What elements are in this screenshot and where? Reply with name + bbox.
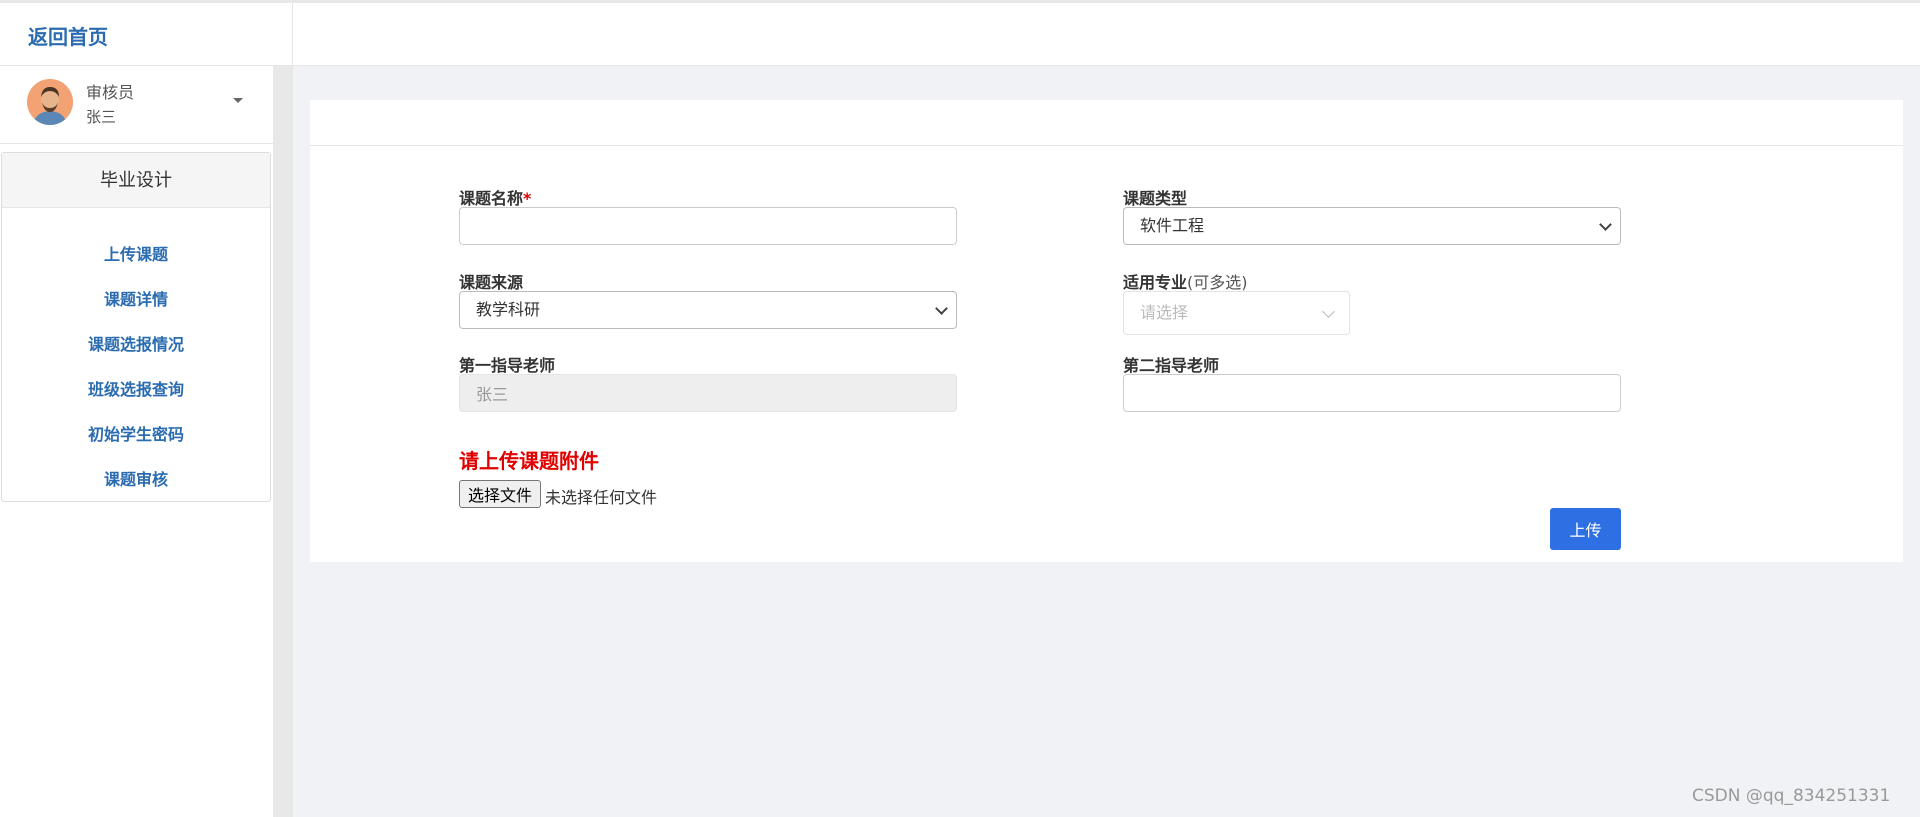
majors-multi-select[interactable]: 请选择 [1123, 291, 1350, 335]
menu-panel: 毕业设计 上传课题 课题详情 课题选报情况 班级选报查询 初始学生密码 课题审核 [1, 152, 271, 502]
sidebar-scrollbar[interactable] [273, 66, 293, 817]
sidebar-item-topic-details[interactable]: 课题详情 [2, 277, 270, 322]
file-status-text: 未选择任何文件 [545, 488, 658, 507]
caret-down-icon[interactable] [233, 98, 243, 103]
topic-type-label: 课题类型 [1123, 189, 1188, 208]
menu-list: 上传课题 课题详情 课题选报情况 班级选报查询 初始学生密码 课题审核 [2, 208, 270, 502]
chevron-down-icon [1322, 305, 1335, 318]
top-bar: 返回首页 [0, 0, 1920, 66]
user-role: 审核员 [86, 83, 135, 102]
sidebar-item-topic-review[interactable]: 课题审核 [2, 457, 270, 502]
user-name: 张三 [86, 108, 117, 126]
sidebar-item-class-selection-query[interactable]: 班级选报查询 [2, 367, 270, 412]
majors-placeholder: 请选择 [1140, 303, 1189, 322]
second-advisor-input[interactable] [1123, 374, 1621, 412]
upload-attachment-title: 请上传课题附件 [459, 449, 599, 473]
first-advisor-input [459, 374, 957, 412]
topic-source-select[interactable]: 教学科研 [459, 291, 957, 329]
sidebar: 审核员 张三 毕业设计 上传课题 课题详情 课题选报情况 班级选报查询 初始学生… [0, 66, 273, 817]
topic-name-label-text: 课题名称 [459, 189, 524, 208]
sidebar-item-initial-student-password[interactable]: 初始学生密码 [2, 412, 270, 457]
choose-file-button[interactable]: 选择文件 [459, 480, 542, 508]
majors-label: 适用专业(可多选) [1123, 269, 1248, 293]
topic-name-input[interactable] [459, 207, 957, 245]
sidebar-item-upload-topic[interactable]: 上传课题 [2, 232, 270, 277]
majors-hint: (可多选) [1187, 273, 1248, 292]
topic-name-label: 课题名称* [459, 185, 531, 209]
majors-label-text: 适用专业 [1123, 273, 1188, 292]
user-dropdown[interactable]: 审核员 张三 [0, 66, 273, 144]
topic-source-label: 课题来源 [459, 273, 524, 292]
upload-button[interactable]: 上传 [1550, 508, 1621, 550]
card-header [310, 100, 1903, 146]
home-link[interactable]: 返回首页 [28, 21, 108, 50]
topic-type-selected: 软件工程 [1140, 216, 1205, 235]
user-avatar-icon [27, 79, 73, 125]
brand-area: 返回首页 [0, 3, 293, 66]
chevron-down-icon [935, 302, 948, 315]
sidebar-item-topic-selection-status[interactable]: 课题选报情况 [2, 322, 270, 367]
chevron-down-icon [1599, 218, 1612, 231]
first-advisor-label: 第一指导老师 [459, 356, 556, 375]
topic-source-selected: 教学科研 [476, 300, 541, 319]
watermark: CSDN @qq_834251331 [1692, 786, 1891, 806]
second-advisor-label: 第二指导老师 [1123, 356, 1220, 375]
topic-type-select[interactable]: 软件工程 [1123, 207, 1621, 245]
menu-section-title[interactable]: 毕业设计 [2, 153, 270, 208]
required-mark: * [523, 189, 532, 208]
avatar [27, 79, 73, 125]
